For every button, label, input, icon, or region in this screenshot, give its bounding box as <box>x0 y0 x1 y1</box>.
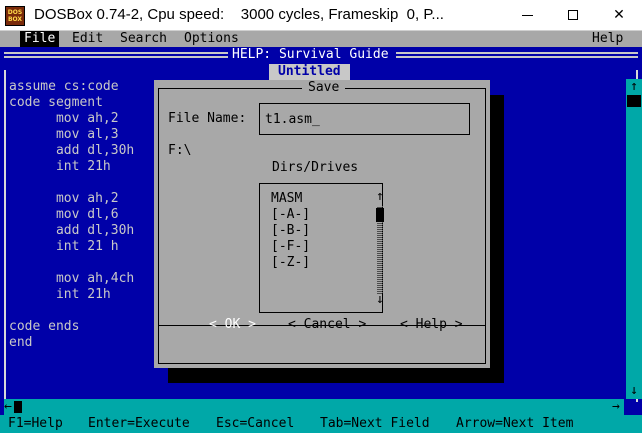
menu-edit[interactable]: Edit <box>68 31 107 47</box>
window-title: DOSBox 0.74-2, Cpu speed: 3000 cycles, F… <box>34 6 444 23</box>
cancel-button[interactable]: < Cancel > <box>288 317 366 333</box>
ok-button[interactable]: < OK > <box>209 317 256 333</box>
code-line: mov al,3 <box>9 127 119 142</box>
list-item-drive-f[interactable]: [-F-] <box>271 239 310 255</box>
close-button[interactable]: ✕ <box>596 0 642 31</box>
help-line-title: HELP: Survival Guide <box>228 47 393 63</box>
code-line: add dl,30h <box>9 223 135 238</box>
code-line: int 21 h <box>9 239 119 254</box>
code-line: int 21h <box>9 159 111 174</box>
minimize-icon <box>521 14 533 16</box>
scroll-left-arrow-icon[interactable]: ← <box>4 399 14 415</box>
vertical-scroll-thumb[interactable] <box>627 95 641 107</box>
horizontal-scrollbar[interactable]: ← → <box>4 399 624 415</box>
code-editor[interactable]: assume cs:code code segment mov ah,2 mov … <box>9 79 134 351</box>
code-line: code segment <box>9 95 103 110</box>
list-item-drive-b[interactable]: [-B-] <box>271 223 310 239</box>
list-item-drive-z[interactable]: [-Z-] <box>271 255 310 271</box>
horizontal-scroll-thumb[interactable] <box>14 401 22 413</box>
window-titlebar: DOS BOX DOSBox 0.74-2, Cpu speed: 3000 c… <box>0 0 642 31</box>
code-line: end <box>9 335 33 350</box>
code-line: mov dl,6 <box>9 207 119 222</box>
code-line: int 21h <box>9 287 111 302</box>
status-arrow-next-item: Arrow=Next Item <box>456 416 574 431</box>
minimize-button[interactable] <box>504 0 550 31</box>
maximize-button[interactable] <box>550 0 596 31</box>
code-line: add dl,30h <box>9 143 135 158</box>
current-path: F:\ <box>168 143 192 158</box>
scroll-right-arrow-icon[interactable]: → <box>612 399 624 415</box>
dosbox-app-icon: DOS BOX <box>5 6 25 26</box>
status-f1-help: F1=Help <box>8 416 63 431</box>
code-line: mov ah,4ch <box>9 271 135 286</box>
list-scroll-down-arrow-icon[interactable]: ↓ <box>376 292 384 308</box>
scroll-up-arrow-icon[interactable]: ↑ <box>626 79 642 95</box>
menu-bar: File Edit Search Options Help <box>0 31 642 47</box>
status-tab-next-field: Tab=Next Field <box>320 416 430 431</box>
menu-options[interactable]: Options <box>180 31 243 47</box>
maximize-icon <box>568 10 578 20</box>
scroll-down-arrow-icon[interactable]: ↓ <box>626 383 642 399</box>
menu-search[interactable]: Search <box>116 31 171 47</box>
list-item-drive-a[interactable]: [-A-] <box>271 207 310 223</box>
editor-title: Untitled <box>269 64 350 80</box>
dirs-drives-label: Dirs/Drives <box>272 160 359 175</box>
status-esc-cancel: Esc=Cancel <box>216 416 295 431</box>
list-scroll-up-arrow-icon[interactable]: ↑ <box>376 189 384 205</box>
dirs-drives-list[interactable]: MASM [-A-] [-B-] [-F-] [-Z-] ↑ ↓ <box>259 183 384 313</box>
code-line: code ends <box>9 319 80 334</box>
help-button[interactable]: < Help > <box>400 317 463 333</box>
help-line-rule-left <box>4 52 228 58</box>
help-line-rule-right <box>396 52 638 58</box>
menu-help[interactable]: Help <box>588 31 627 47</box>
status-bar: F1=Help Enter=Execute Esc=Cancel Tab=Nex… <box>0 415 642 433</box>
vertical-scrollbar[interactable]: ↑ ↓ <box>626 79 642 399</box>
code-line: assume cs:code <box>9 79 119 94</box>
dialog-title: Save <box>302 80 346 96</box>
dos-edit-screen: File Edit Search Options Help HELP: Surv… <box>0 31 642 433</box>
list-item-masm[interactable]: MASM <box>271 191 302 207</box>
menu-file[interactable]: File <box>20 31 60 47</box>
status-enter-execute: Enter=Execute <box>88 416 190 431</box>
dirs-list-scrollbar[interactable]: ↑ ↓ <box>376 186 384 310</box>
filename-input[interactable]: t1.asm_ <box>259 103 470 135</box>
code-line: mov ah,2 <box>9 191 119 206</box>
help-line: HELP: Survival Guide <box>0 47 642 63</box>
close-icon: ✕ <box>613 7 625 23</box>
filename-label: File Name: <box>168 111 247 126</box>
list-scroll-thumb[interactable] <box>376 208 384 222</box>
code-line: mov ah,2 <box>9 111 119 126</box>
